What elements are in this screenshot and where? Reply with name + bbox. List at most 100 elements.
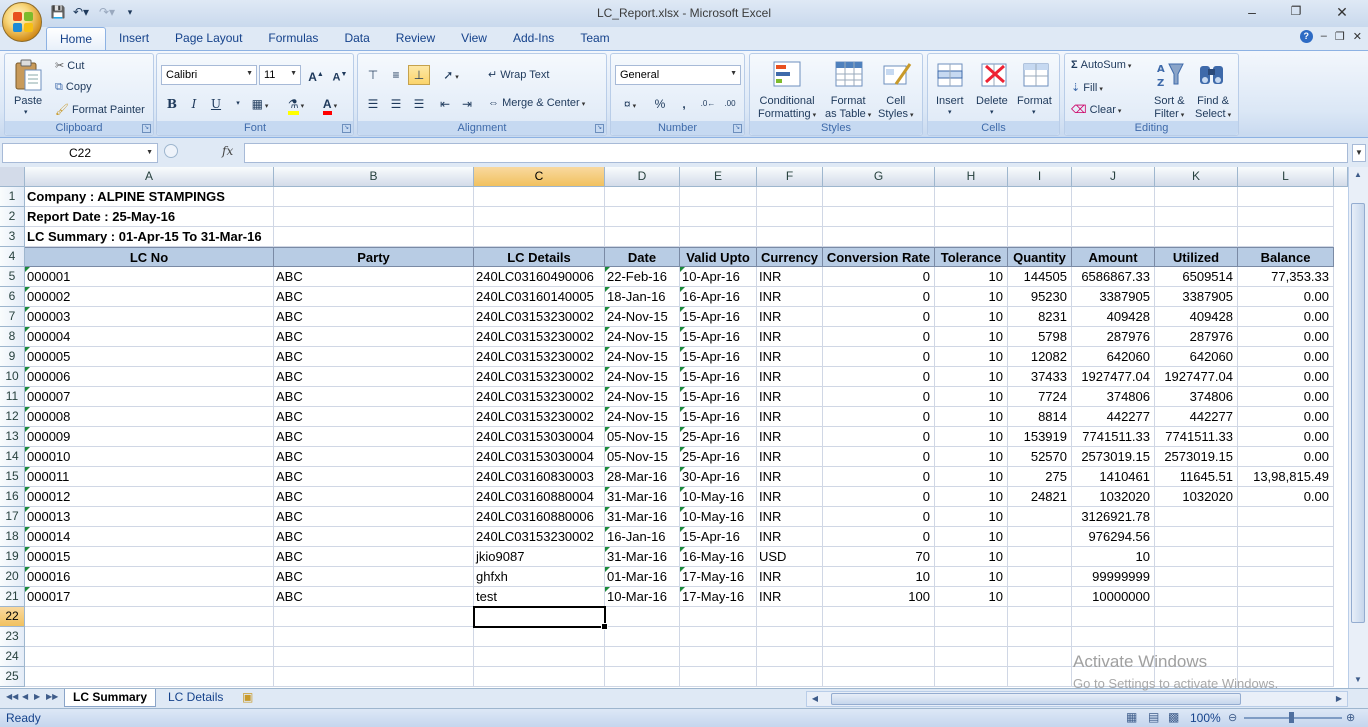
- empty-cell[interactable]: [935, 607, 1008, 627]
- table-cell[interactable]: 18-Jan-16: [605, 287, 680, 307]
- empty-cell[interactable]: [680, 227, 757, 247]
- table-cell[interactable]: 0.00: [1238, 307, 1334, 327]
- find-select-button[interactable]: Find & Select ▾: [1195, 95, 1231, 122]
- empty-cell[interactable]: [1072, 227, 1155, 247]
- table-cell[interactable]: 12082: [1008, 347, 1072, 367]
- table-header-balance[interactable]: Balance: [1238, 247, 1334, 267]
- row-header[interactable]: 17: [0, 507, 25, 527]
- table-cell[interactable]: 000001: [25, 267, 274, 287]
- table-cell[interactable]: 8814: [1008, 407, 1072, 427]
- insert-sheet-icon[interactable]: ▣: [234, 689, 261, 707]
- empty-cell[interactable]: [757, 607, 823, 627]
- table-cell[interactable]: 240LC03153230002: [474, 367, 605, 387]
- table-cell[interactable]: [1155, 527, 1238, 547]
- empty-cell[interactable]: [823, 667, 935, 687]
- row-header[interactable]: 8: [0, 327, 25, 347]
- table-cell[interactable]: 409428: [1072, 307, 1155, 327]
- table-cell[interactable]: 10: [935, 567, 1008, 587]
- table-cell[interactable]: 7741511.33: [1155, 427, 1238, 447]
- empty-cell[interactable]: [605, 227, 680, 247]
- table-cell[interactable]: 10: [935, 347, 1008, 367]
- table-cell[interactable]: 374806: [1155, 387, 1238, 407]
- table-cell[interactable]: 31-Mar-16: [605, 547, 680, 567]
- empty-cell[interactable]: [25, 647, 274, 667]
- row-header[interactable]: 22: [0, 607, 25, 627]
- table-cell[interactable]: 05-Nov-15: [605, 427, 680, 447]
- table-cell[interactable]: 22-Feb-16: [605, 267, 680, 287]
- empty-cell[interactable]: [1238, 627, 1334, 647]
- horizontal-scrollbar[interactable]: ◀ ▶: [806, 691, 1348, 707]
- empty-cell[interactable]: [25, 627, 274, 647]
- table-cell[interactable]: 1410461: [1072, 467, 1155, 487]
- table-cell[interactable]: 24-Nov-15: [605, 367, 680, 387]
- table-cell[interactable]: 0: [823, 427, 935, 447]
- column-header-h[interactable]: H: [935, 167, 1008, 187]
- table-cell[interactable]: ABC: [274, 307, 474, 327]
- align-center-button[interactable]: ☰: [385, 94, 407, 114]
- empty-cell[interactable]: [274, 227, 474, 247]
- table-cell[interactable]: 000003: [25, 307, 274, 327]
- empty-cell[interactable]: [1155, 227, 1238, 247]
- table-cell[interactable]: 10: [935, 587, 1008, 607]
- table-cell[interactable]: 0.00: [1238, 287, 1334, 307]
- table-cell[interactable]: 15-Apr-16: [680, 527, 757, 547]
- empty-cell[interactable]: [757, 207, 823, 227]
- empty-cell[interactable]: [757, 627, 823, 647]
- table-cell[interactable]: jkio9087: [474, 547, 605, 567]
- empty-cell[interactable]: [605, 667, 680, 687]
- empty-cell[interactable]: [274, 667, 474, 687]
- empty-cell[interactable]: [680, 667, 757, 687]
- merge-center-button[interactable]: ⇔ Merge & Center ▾: [488, 97, 585, 109]
- table-cell[interactable]: ghfxh: [474, 567, 605, 587]
- table-cell[interactable]: 37433: [1008, 367, 1072, 387]
- table-cell[interactable]: 0.00: [1238, 327, 1334, 347]
- table-cell[interactable]: 3126921.78: [1072, 507, 1155, 527]
- column-header-g[interactable]: G: [823, 167, 935, 187]
- table-cell[interactable]: [1008, 547, 1072, 567]
- zoom-level[interactable]: 100%: [1190, 711, 1221, 725]
- table-cell[interactable]: 0: [823, 387, 935, 407]
- table-cell[interactable]: INR: [757, 427, 823, 447]
- empty-cell[interactable]: [1072, 187, 1155, 207]
- horizontal-scroll-thumb[interactable]: [831, 693, 1241, 705]
- table-cell[interactable]: 10-May-16: [680, 507, 757, 527]
- empty-cell[interactable]: [474, 647, 605, 667]
- empty-cell[interactable]: [757, 647, 823, 667]
- empty-cell[interactable]: [474, 627, 605, 647]
- worksheet-grid[interactable]: A B C D E F G H I J K L 1 2 3 4 5 6 7 8 9 10 11 12 13 14 15 16 17 18 1…: [0, 167, 1348, 688]
- empty-cell[interactable]: [935, 647, 1008, 667]
- table-cell[interactable]: ABC: [274, 447, 474, 467]
- table-cell[interactable]: 15-Apr-16: [680, 347, 757, 367]
- scroll-right-icon[interactable]: ▶: [1331, 691, 1347, 707]
- zoom-in-icon[interactable]: ⊕: [1346, 711, 1355, 724]
- vertical-scroll-thumb[interactable]: [1351, 203, 1365, 623]
- table-cell[interactable]: 10: [935, 487, 1008, 507]
- table-cell[interactable]: INR: [757, 527, 823, 547]
- table-cell[interactable]: 240LC03153230002: [474, 387, 605, 407]
- table-cell[interactable]: 1927477.04: [1072, 367, 1155, 387]
- table-header-conversion-rate[interactable]: Conversion Rate: [823, 247, 935, 267]
- empty-cell[interactable]: [605, 647, 680, 667]
- table-cell[interactable]: 10-Apr-16: [680, 267, 757, 287]
- font-size-combo[interactable]: 11 ▼: [259, 65, 301, 85]
- empty-cell[interactable]: [823, 227, 935, 247]
- table-cell[interactable]: 000010: [25, 447, 274, 467]
- office-button[interactable]: [2, 2, 42, 42]
- tab-team[interactable]: Team: [567, 27, 622, 50]
- insert-function-button[interactable]: fx: [222, 144, 233, 158]
- column-header-f[interactable]: F: [757, 167, 823, 187]
- prev-sheet-icon[interactable]: ◀: [22, 692, 28, 701]
- table-cell[interactable]: 000012: [25, 487, 274, 507]
- empty-cell[interactable]: [823, 607, 935, 627]
- comma-style-button[interactable]: ,: [673, 94, 695, 114]
- increase-decimal-button[interactable]: .0←: [697, 94, 719, 114]
- empty-cell[interactable]: [1238, 647, 1334, 667]
- grow-font-button[interactable]: A▲: [305, 65, 327, 85]
- table-cell[interactable]: INR: [757, 327, 823, 347]
- table-header-lc-details[interactable]: LC Details: [474, 247, 605, 267]
- align-bottom-button[interactable]: ⊥: [408, 65, 430, 85]
- empty-cell[interactable]: [680, 627, 757, 647]
- table-cell[interactable]: 000008: [25, 407, 274, 427]
- table-cell[interactable]: 000004: [25, 327, 274, 347]
- table-cell[interactable]: 240LC03153230002: [474, 327, 605, 347]
